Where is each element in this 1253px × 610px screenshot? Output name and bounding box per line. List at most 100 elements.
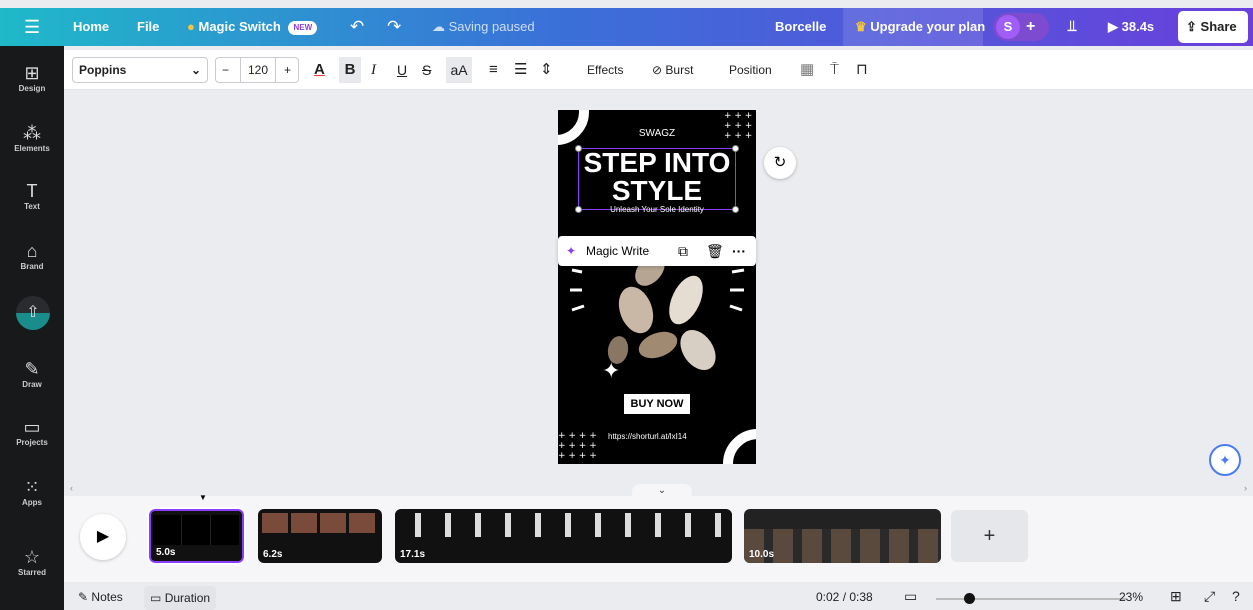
sidebar-item-label: Brand <box>20 262 44 271</box>
transparency-icon[interactable]: ▦ <box>800 50 814 90</box>
playhead-marker-icon[interactable]: ▼ <box>199 493 207 502</box>
timeline-clip[interactable]: 10.0s <box>744 509 941 563</box>
duration-label: Duration <box>164 591 211 605</box>
sidebar: ⊞ Design ⁂ Elements T Text ⌂ Brand ⇧ ✎ Draw ▭… <box>0 46 64 610</box>
sidebar-item-label: Starred <box>17 568 46 577</box>
play-icon: ▶ <box>1108 19 1118 34</box>
underline-icon[interactable]: U <box>397 50 407 90</box>
help-icon[interactable]: ? <box>1232 588 1240 604</box>
zoom-level[interactable]: 23% <box>1119 590 1143 604</box>
svg-text:+ + + +: + + + + <box>724 111 756 121</box>
notes-label: Notes <box>91 590 123 604</box>
increase-font-size-button[interactable]: + <box>284 58 291 82</box>
timeline-clip[interactable]: 17.1s <box>395 509 732 563</box>
pages-icon[interactable]: ▭ <box>904 588 917 605</box>
rotate-icon[interactable]: ↻ <box>764 147 796 179</box>
strikethrough-icon[interactable]: S <box>422 50 431 90</box>
magic-switch-label: Magic Switch <box>198 19 281 34</box>
avatar[interactable]: S <box>996 15 1020 39</box>
svg-text:+ + + +: + + + + <box>558 441 597 451</box>
magic-assistant-icon[interactable]: ✦ <box>1209 444 1241 476</box>
upgrade-button[interactable]: ♛ Upgrade your plan <box>843 8 985 46</box>
shoes-photo <box>607 254 716 370</box>
sidebar-item-apps[interactable]: ⁙ Apps <box>0 476 64 507</box>
scroll-left-icon[interactable]: ‹ <box>70 483 73 493</box>
file-menu[interactable]: File <box>137 8 159 46</box>
lock-icon[interactable]: ⊓ <box>856 50 868 90</box>
new-badge: NEW <box>288 20 318 35</box>
sidebar-item-starred[interactable]: ☆ Starred <box>0 546 64 577</box>
sparkle-icon: ✦ <box>602 359 620 384</box>
delete-icon[interactable]: 🗑 <box>706 236 724 266</box>
sidebar-item-label: Design <box>18 84 46 93</box>
bottom-bar: ✎ Notes ▭ Duration 0:02 / 0:38 ▭ 23% ⊞ ⤢… <box>64 586 1253 610</box>
projects-icon: ▭ <box>23 417 41 437</box>
url-text[interactable]: https://shorturl.at/lxI14 <box>608 432 687 441</box>
magic-write-button[interactable]: Magic Write <box>586 236 649 266</box>
crown-icon: ♛ <box>855 19 867 34</box>
position-button[interactable]: Position <box>729 50 772 90</box>
sidebar-item-draw[interactable]: ✎ Draw <box>0 358 64 389</box>
insights-icon[interactable]: ⫫ <box>1068 8 1076 46</box>
clip-thumbnails <box>153 515 239 545</box>
design-page[interactable]: + + + + + + + + + + + + + + + + + + + + … <box>558 110 756 464</box>
share-button[interactable]: ⇪ Share <box>1178 11 1248 43</box>
add-collaborator-icon[interactable]: + <box>1026 13 1035 41</box>
decrease-font-size-button[interactable]: − <box>222 58 229 82</box>
upload-icon[interactable]: ⇧ <box>16 296 50 330</box>
svg-text:+ + + +: + + + + <box>558 451 597 461</box>
font-family-select[interactable]: Poppins ⌄ <box>72 57 208 83</box>
paint-roller-icon[interactable]: ⍑ <box>830 50 839 90</box>
svg-text:+ + + +: + + + + <box>558 431 597 441</box>
undo-icon[interactable]: ↶ <box>350 8 364 46</box>
align-center-icon[interactable]: ≡ <box>489 50 498 90</box>
duplicate-icon[interactable]: ⧉ <box>678 236 688 266</box>
sidebar-item-label: Projects <box>16 438 48 447</box>
brand-text[interactable]: SWAGZ <box>558 128 756 139</box>
clip-duration: 6.2s <box>263 549 283 560</box>
elements-icon: ⁂ <box>23 123 41 143</box>
brand-name[interactable]: Borcelle <box>775 8 826 46</box>
timeline-clip[interactable]: 5.0s <box>147 507 246 565</box>
timeline-clip[interactable]: 6.2s <box>258 509 382 563</box>
grid-view-icon[interactable]: ⊞ <box>1170 588 1182 605</box>
sidebar-item-projects[interactable]: ▭ Projects <box>0 416 64 447</box>
clip-thumbnails <box>262 513 378 533</box>
redo-icon[interactable]: ↷ <box>387 8 401 46</box>
fullscreen-icon[interactable]: ⤢ <box>1204 588 1215 605</box>
headline-line1: STEP INTO <box>583 147 731 178</box>
effects-button[interactable]: Effects <box>587 50 623 90</box>
text-color-icon[interactable]: A <box>314 50 325 90</box>
italic-icon[interactable]: I <box>371 50 376 90</box>
sidebar-item-elements[interactable]: ⁂ Elements <box>0 122 64 153</box>
sidebar-item-design[interactable]: ⊞ Design <box>0 62 64 93</box>
plus-grid-bottom: + + + + + + + + + + + + <box>558 431 597 461</box>
zoom-slider[interactable] <box>936 593 1126 604</box>
duration-icon: ▭ <box>150 591 162 605</box>
list-icon[interactable]: ☰ <box>514 50 527 90</box>
playback-time: 0:02 / 0:38 <box>816 590 873 604</box>
magic-switch-button[interactable]: ● Magic Switch NEW <box>187 8 318 46</box>
play-button[interactable]: ▶ <box>80 514 126 560</box>
bold-icon[interactable]: B <box>339 57 361 83</box>
more-icon[interactable]: ··· <box>732 236 746 266</box>
text-icon: T <box>26 181 38 201</box>
spacing-icon[interactable]: ⇕ <box>540 50 553 90</box>
home-link[interactable]: Home <box>73 8 109 46</box>
letter-case-button[interactable]: aA <box>446 57 472 83</box>
duration-button[interactable]: ▭ Duration <box>144 586 217 610</box>
zoom-slider-thumb[interactable] <box>964 593 975 604</box>
add-page-button[interactable]: + <box>951 510 1028 562</box>
design-icon: ⊞ <box>24 63 40 83</box>
present-button[interactable]: ▶ 38.4s <box>1108 8 1154 46</box>
burst-label: Burst <box>665 63 694 77</box>
buy-now-text[interactable]: BUY NOW <box>624 394 690 414</box>
menu-icon[interactable]: ☰ <box>24 8 40 46</box>
font-size-input[interactable]: 120 <box>240 58 276 82</box>
sidebar-item-text[interactable]: T Text <box>0 180 64 211</box>
sidebar-item-brand[interactable]: ⌂ Brand <box>0 240 64 271</box>
headline-line2: STYLE <box>611 175 703 206</box>
burst-button[interactable]: ⊘ Burst <box>652 50 693 90</box>
scroll-right-icon[interactable]: › <box>1244 483 1247 493</box>
notes-button[interactable]: ✎ Notes <box>78 590 123 604</box>
